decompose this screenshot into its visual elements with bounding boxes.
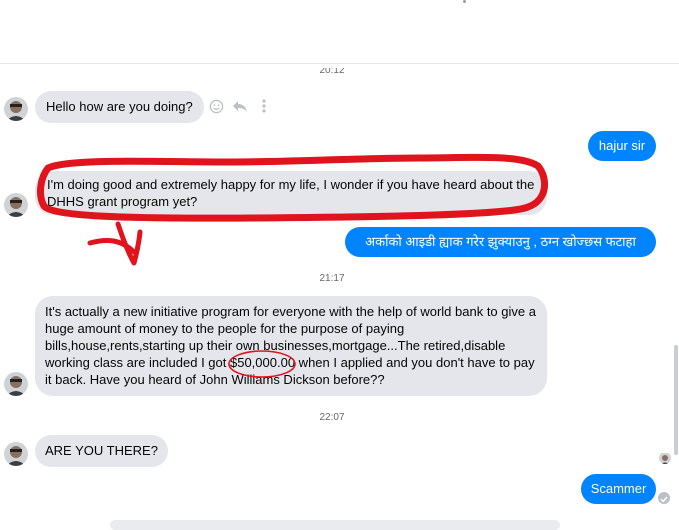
avatar[interactable] [4,372,28,396]
timestamp: 22:07 [319,412,345,423]
message-outgoing: अर्काको आइडी ह्याक गरेर झुक्याउनु , ठग्न… [345,227,656,257]
smiley-icon[interactable] [208,98,224,114]
message-incoming: Hello how are you doing? [35,91,204,123]
seen-avatar [659,452,671,464]
timestamp: 21:17 [319,273,345,284]
message-incoming: ARE YOU THERE? [35,435,168,467]
header-divider [0,63,679,64]
top-dot [463,0,466,3]
scrollbar-thumb[interactable] [674,345,678,455]
message-incoming: I'm doing good and extremely happy for m… [35,171,547,215]
message-composer[interactable] [110,520,560,530]
message-actions [208,98,272,114]
annotation-arrow-head [115,221,143,266]
avatar[interactable] [4,442,28,466]
message-outgoing: hajur sir [588,131,656,161]
reply-arrow-icon[interactable] [232,98,248,114]
timestamp-clipped: 20:12 [319,68,345,76]
avatar[interactable] [4,193,28,217]
sent-check-icon [658,492,670,504]
avatar[interactable] [4,97,28,121]
amount-text: $50,000.00 [229,355,296,370]
annotation-arrow-shaft [87,237,137,255]
message-incoming: It's actually a new initiative program f… [35,296,547,396]
message-outgoing: Scammer [581,474,656,504]
vertical-dots-icon[interactable] [256,98,272,114]
